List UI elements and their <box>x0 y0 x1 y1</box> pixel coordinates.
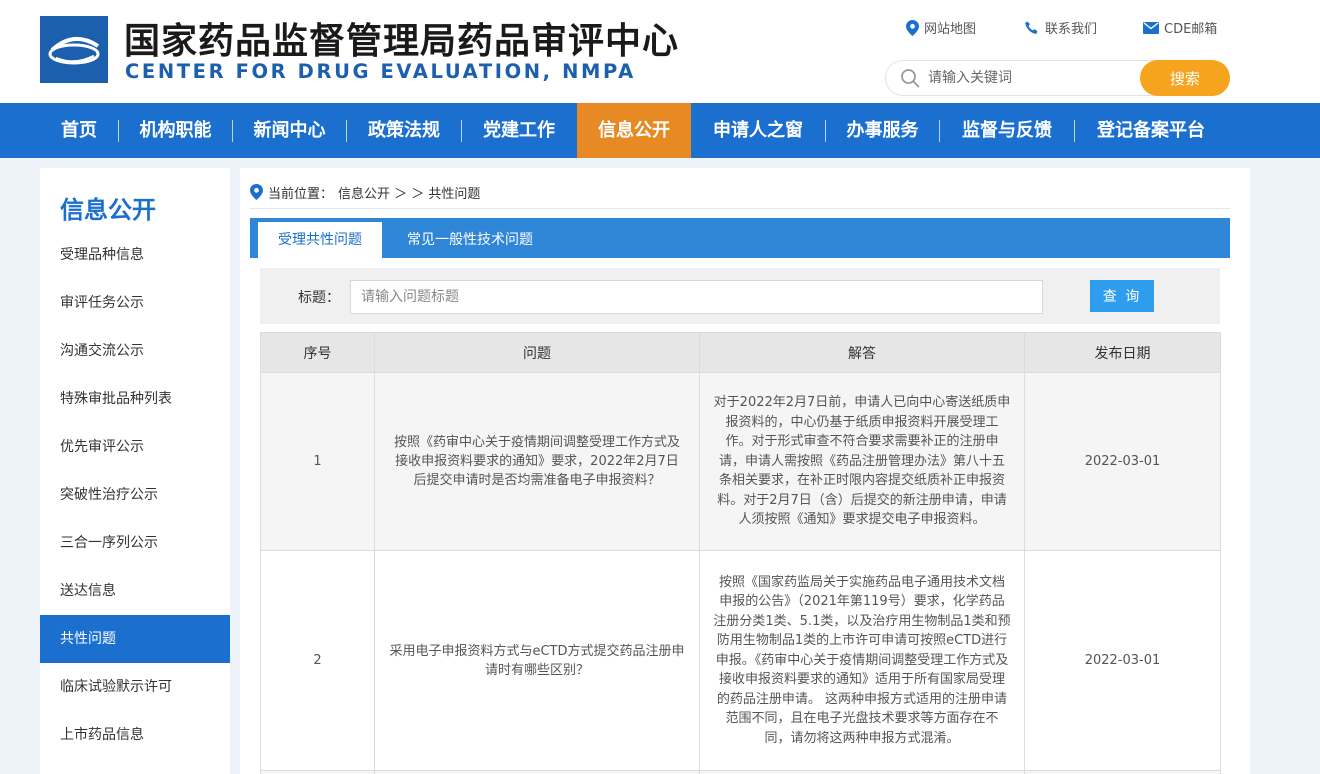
location-icon <box>250 184 263 200</box>
query-button[interactable]: 查 询 <box>1090 280 1154 312</box>
title-filter-input[interactable] <box>350 280 1043 314</box>
nav-party[interactable]: 党建工作 <box>462 103 576 158</box>
page-gutter <box>1250 158 1320 774</box>
mail-icon <box>1143 21 1159 34</box>
row-answer <box>699 770 1025 774</box>
contact-link[interactable]: 联系我们 <box>1024 18 1097 37</box>
row-date: 2022-03-01 <box>1024 372 1221 551</box>
site-search-input[interactable] <box>928 63 1138 93</box>
tab-general-technical-issues[interactable]: 常见一般性技术问题 <box>400 222 540 258</box>
site-search: 搜索 <box>885 60 1230 96</box>
filter-bar: 标题： 查 询 <box>260 268 1220 324</box>
nav-applicant[interactable]: 申请人之窗 <box>692 103 824 158</box>
site-header: 国家药品监督管理局药品审评中心 CENTER FOR DRUG EVALUATI… <box>0 0 1320 103</box>
nav-registration[interactable]: 登记备案平台 <box>1075 103 1227 158</box>
sidebar-item-three-in-one[interactable]: 三合一序列公示 <box>40 519 230 567</box>
tab-bar: 受理共性问题 常见一般性技术问题 <box>250 218 1230 258</box>
sidebar: 信息公开 受理品种信息 审评任务公示 沟通交流公示 特殊审批品种列表 优先审评公… <box>40 168 230 774</box>
search-icon <box>901 69 920 88</box>
table-row <box>260 770 1221 774</box>
site-title: 国家药品监督管理局药品审评中心 <box>124 21 680 62</box>
row-no <box>260 770 375 774</box>
row-question: 按照《药审中心关于疫情期间调整受理工作方式及接收申报资料要求的通知》要求，202… <box>374 372 700 551</box>
sidebar-item-priority-review[interactable]: 优先审评公示 <box>40 423 230 471</box>
main-nav: 首页 机构职能 新闻中心 政策法规 党建工作 信息公开 申请人之窗 办事服务 监… <box>0 103 1320 158</box>
sitemap-link[interactable]: 网站地图 <box>906 18 976 37</box>
sidebar-item-accepted-varieties[interactable]: 受理品种信息 <box>40 231 230 279</box>
nav-policy[interactable]: 政策法规 <box>347 103 461 158</box>
nav-news[interactable]: 新闻中心 <box>233 103 346 158</box>
table-row: 1 按照《药审中心关于疫情期间调整受理工作方式及接收申报资料要求的通知》要求，2… <box>260 372 1221 551</box>
column-header-date: 发布日期 <box>1024 332 1221 373</box>
row-date: 2022-03-01 <box>1024 550 1221 771</box>
row-answer: 按照《国家药监局关于实施药品电子通用技术文档申报的公告》（2021年第119号）… <box>699 550 1025 771</box>
breadcrumb-path[interactable]: 信息公开 ＞ ＞ 共性问题 <box>338 183 480 202</box>
row-question <box>374 770 700 774</box>
sidebar-title: 信息公开 <box>60 196 156 224</box>
location-icon <box>906 19 919 36</box>
nav-services[interactable]: 办事服务 <box>826 103 939 158</box>
nav-info-disclosure[interactable]: 信息公开 <box>577 103 691 158</box>
sidebar-item-marketed-drugs[interactable]: 上市药品信息 <box>40 711 230 759</box>
row-answer: 对于2022年2月7日前，申请人已向中心寄送纸质申报资料的，中心仍基于纸质申报资… <box>699 372 1025 551</box>
sidebar-item-clinical-trial[interactable]: 临床试验默示许可 <box>40 663 230 711</box>
site-subtitle: CENTER FOR DRUG EVALUATION, NMPA <box>125 60 636 83</box>
title-filter-label: 标题： <box>298 290 340 306</box>
column-header-no: 序号 <box>260 332 375 373</box>
sidebar-item-delivery[interactable]: 送达信息 <box>40 567 230 615</box>
nav-functions[interactable]: 机构职能 <box>119 103 232 158</box>
sidebar-item-breakthrough[interactable]: 突破性治疗公示 <box>40 471 230 519</box>
row-no: 1 <box>260 372 375 551</box>
phone-icon <box>1025 21 1038 34</box>
nav-home[interactable]: 首页 <box>40 103 118 158</box>
qa-table: 序号 问题 解答 发布日期 1 按照《药审中心关于疫情期间调整受理工作方式及接收… <box>260 332 1221 774</box>
contact-label: 联系我们 <box>1045 22 1098 37</box>
main-content: 当前位置： 信息公开 ＞ ＞ 共性问题 受理共性问题 常见一般性技术问题 标题：… <box>240 168 1250 774</box>
sidebar-item-review-tasks[interactable]: 审评任务公示 <box>40 279 230 327</box>
tab-accepted-common-issues[interactable]: 受理共性问题 <box>258 222 382 258</box>
sitemap-label: 网站地图 <box>924 22 977 37</box>
divider <box>250 208 1230 209</box>
nav-feedback[interactable]: 监督与反馈 <box>940 103 1074 158</box>
breadcrumb-prefix: 当前位置： <box>268 186 334 202</box>
cde-mail-link[interactable]: CDE邮箱 <box>1143 18 1217 37</box>
sidebar-item-special-approval[interactable]: 特殊审批品种列表 <box>40 375 230 423</box>
column-header-answer: 解答 <box>699 332 1025 373</box>
sidebar-item-communication[interactable]: 沟通交流公示 <box>40 327 230 375</box>
table-row: 2 采用电子申报资料方式与eCTD方式提交药品注册申请时有哪些区别？ 按照《国家… <box>260 550 1221 771</box>
cde-logo[interactable] <box>40 16 108 83</box>
breadcrumb: 当前位置： 信息公开 ＞ ＞ 共性问题 <box>250 182 480 202</box>
row-no: 2 <box>260 550 375 771</box>
row-question: 采用电子申报资料方式与eCTD方式提交药品注册申请时有哪些区别？ <box>374 550 700 771</box>
column-header-question: 问题 <box>374 332 700 373</box>
site-search-button[interactable]: 搜索 <box>1140 60 1230 96</box>
cde-mail-label: CDE邮箱 <box>1164 22 1218 37</box>
sidebar-item-common-issues[interactable]: 共性问题 <box>40 615 230 663</box>
row-date <box>1024 770 1221 774</box>
table-header-row: 序号 问题 解答 发布日期 <box>260 332 1221 373</box>
